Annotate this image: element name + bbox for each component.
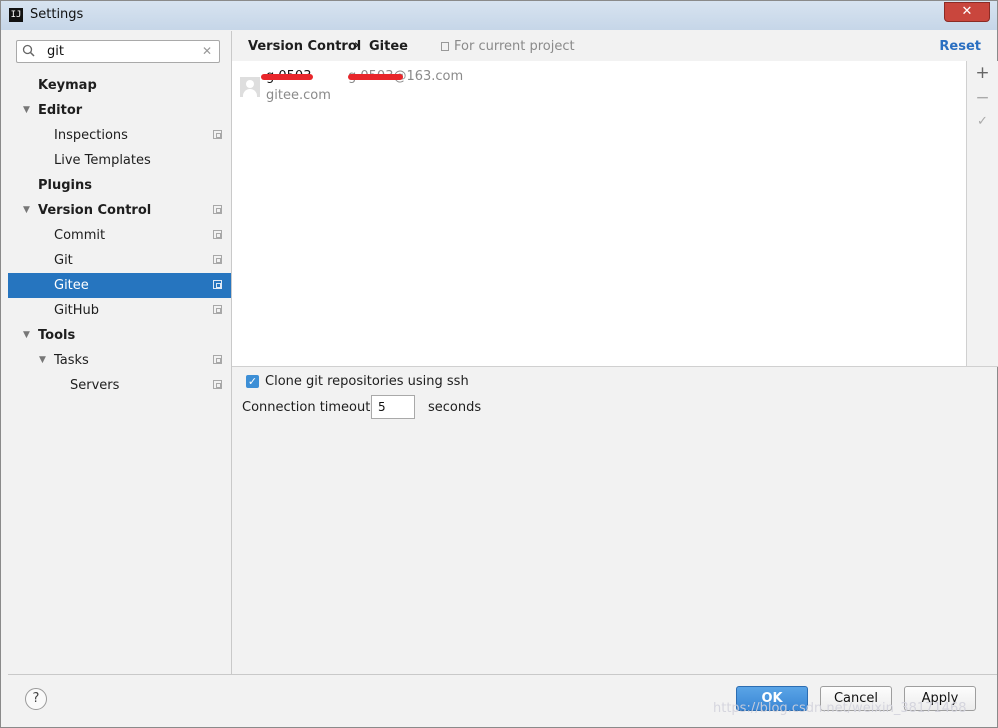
sidebar-item-tasks[interactable]: ▼ Tasks [8, 348, 231, 373]
reset-link[interactable]: Reset [939, 39, 981, 54]
scope-label: For current project [454, 39, 575, 54]
sidebar-item-label: Tools [38, 328, 76, 343]
sidebar-item-servers[interactable]: Servers [8, 373, 231, 398]
sidebar-item-label: Tasks [54, 353, 89, 368]
breadcrumb-parent[interactable]: Version Control [248, 39, 361, 54]
project-scope-icon [441, 42, 449, 51]
sidebar-item-label: Keymap [38, 78, 97, 93]
title-bar: IJ Settings ✕ [1, 1, 997, 30]
sidebar-item-inspections[interactable]: Inspections [8, 123, 231, 148]
search-input[interactable] [47, 44, 197, 59]
window-close-button[interactable]: ✕ [944, 2, 990, 22]
gitee-options: ✓ Clone git repositories using ssh Conne… [232, 367, 997, 673]
project-scope-icon [213, 130, 222, 139]
settings-header: Version Control › Gitee For current proj… [232, 31, 997, 62]
set-default-account-button[interactable]: ✓ [967, 114, 998, 129]
sidebar-item-label: Git [54, 253, 73, 268]
breadcrumb-separator: › [354, 38, 360, 53]
project-scope-icon [213, 205, 222, 214]
expand-arrow-icon[interactable]: ▼ [23, 98, 30, 123]
window-title: Settings [30, 7, 84, 22]
project-scope-icon [213, 230, 222, 239]
project-scope-icon [213, 355, 222, 364]
sidebar-item-label: Servers [70, 378, 120, 393]
accounts-toolbar: + − ✓ [966, 61, 998, 367]
remove-account-button[interactable]: − [967, 88, 998, 108]
sidebar-item-label: Live Templates [54, 153, 151, 168]
project-scope-icon [213, 380, 222, 389]
intellij-app-icon: IJ [9, 8, 23, 22]
redaction-mark [261, 74, 313, 80]
clone-ssh-checkbox[interactable]: ✓ [246, 375, 259, 388]
expand-arrow-icon[interactable]: ▼ [23, 198, 30, 223]
breadcrumb-current: Gitee [369, 39, 408, 54]
sidebar-item-label: Editor [38, 103, 83, 118]
sidebar-item-keymap[interactable]: Keymap [8, 73, 231, 98]
help-button[interactable]: ? [25, 688, 47, 710]
sidebar-item-commit[interactable]: Commit [8, 223, 231, 248]
watermark-text: https://blog.csdn.net/weixin_38171468 [713, 701, 967, 716]
account-server: gitee.com [266, 88, 331, 103]
avatar [240, 77, 260, 97]
sidebar-item-live-templates[interactable]: Live Templates [8, 148, 231, 173]
connection-timeout-label: Connection timeout: [242, 400, 375, 415]
project-scope-icon [213, 280, 222, 289]
settings-sidebar: ✕ Keymap ▼ Editor Inspections Live Templ… [8, 31, 232, 674]
accounts-list[interactable]: g 0503 g 0503@163.com gitee.com [232, 61, 966, 367]
sidebar-item-label: Commit [54, 228, 106, 243]
sidebar-item-label: Inspections [54, 128, 128, 143]
sidebar-item-git[interactable]: Git [8, 248, 231, 273]
sidebar-item-label: Version Control [38, 203, 152, 218]
sidebar-item-version-control[interactable]: ▼ Version Control [8, 198, 231, 223]
sidebar-item-label: Plugins [38, 178, 92, 193]
project-scope-icon [213, 305, 222, 314]
expand-arrow-icon[interactable]: ▼ [23, 323, 30, 348]
clear-search-icon[interactable]: ✕ [202, 44, 212, 58]
project-scope-icon [213, 255, 222, 264]
clone-ssh-label[interactable]: Clone git repositories using ssh [265, 374, 469, 389]
sidebar-item-plugins[interactable]: Plugins [8, 173, 231, 198]
settings-search-box[interactable]: ✕ [16, 40, 220, 63]
expand-arrow-icon[interactable]: ▼ [39, 348, 46, 373]
settings-window: IJ Settings ✕ ✕ Keymap ▼ Editor Inspecti… [0, 0, 998, 728]
redaction-mark [348, 74, 403, 80]
add-account-button[interactable]: + [967, 63, 998, 83]
sidebar-item-label: GitHub [54, 303, 100, 318]
sidebar-item-label: Gitee [54, 278, 89, 293]
connection-timeout-field[interactable] [371, 395, 415, 419]
search-icon [22, 44, 35, 57]
sidebar-item-tools[interactable]: ▼ Tools [8, 323, 231, 348]
timeout-unit-label: seconds [428, 400, 482, 415]
sidebar-item-editor[interactable]: ▼ Editor [8, 98, 231, 123]
sidebar-item-github[interactable]: GitHub [8, 298, 231, 323]
sidebar-item-gitee[interactable]: Gitee [8, 273, 231, 298]
